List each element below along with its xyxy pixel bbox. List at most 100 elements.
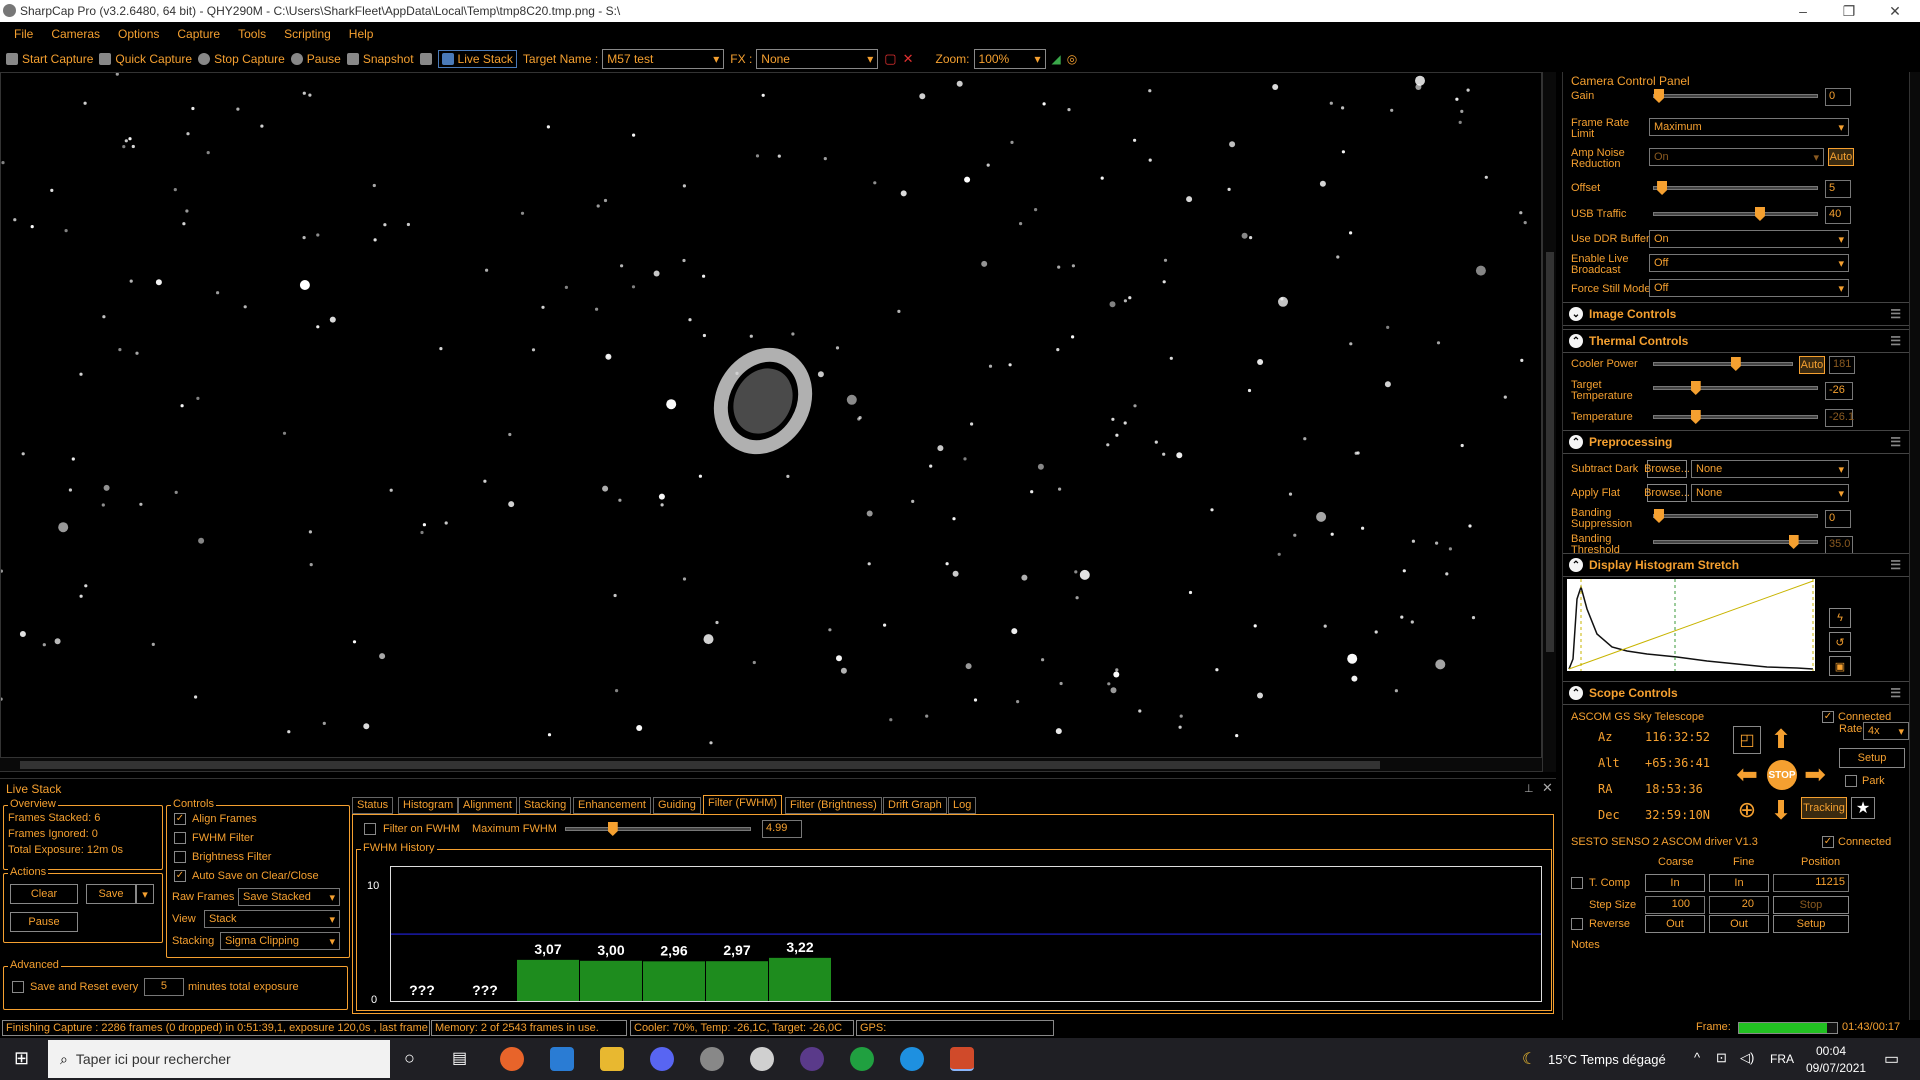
banding-threshold-value[interactable]: 35.0 bbox=[1825, 536, 1853, 554]
fine-in-button[interactable]: In bbox=[1709, 874, 1769, 892]
tab-filter-brightness[interactable]: Filter (Brightness) bbox=[785, 797, 882, 814]
pause-button[interactable]: Pause bbox=[290, 52, 341, 66]
app-icon[interactable] bbox=[850, 1047, 874, 1071]
panel-scrollbar[interactable] bbox=[1909, 72, 1920, 1030]
pin-icon[interactable]: ⊥ bbox=[1524, 782, 1534, 795]
stacking-select[interactable]: Sigma Clipping ▾ bbox=[220, 932, 340, 950]
brightness-filter-checkbox[interactable] bbox=[174, 851, 186, 863]
menu-cameras[interactable]: Cameras bbox=[51, 27, 100, 41]
stellarium-icon[interactable] bbox=[800, 1047, 824, 1071]
rate-select[interactable]: 4x ▾ bbox=[1863, 722, 1909, 740]
menu-icon[interactable]: ☰ bbox=[1890, 334, 1901, 348]
menu-icon[interactable]: ☰ bbox=[1890, 435, 1901, 449]
banding-suppression-value[interactable]: 0 bbox=[1825, 510, 1851, 528]
frame-rate-select[interactable]: Maximum ▾ bbox=[1649, 118, 1849, 136]
save-button[interactable]: Save bbox=[86, 884, 136, 904]
red-square-icon[interactable]: ▢ bbox=[884, 51, 896, 67]
scope-controls-header[interactable]: ⌃ Scope Controls ☰ bbox=[1563, 681, 1909, 705]
tab-guiding[interactable]: Guiding bbox=[653, 797, 701, 814]
red-cross-icon[interactable]: ✕ bbox=[903, 51, 914, 67]
spiral-search-icon[interactable]: ◰ bbox=[1733, 726, 1761, 754]
tab-stacking[interactable]: Stacking bbox=[519, 797, 572, 814]
banding-suppression-slider[interactable] bbox=[1653, 509, 1818, 523]
save-dropdown-icon[interactable]: ▾ bbox=[136, 884, 154, 904]
file-explorer-icon[interactable] bbox=[600, 1047, 624, 1071]
menu-tools[interactable]: Tools bbox=[238, 27, 266, 41]
usb-traffic-slider[interactable] bbox=[1653, 207, 1818, 221]
notifications-icon[interactable]: ▭ bbox=[1884, 1049, 1899, 1069]
pause-stack-button[interactable]: Pause bbox=[10, 912, 78, 932]
weather-text[interactable]: 15°C Temps dégagé bbox=[1548, 1052, 1666, 1067]
tab-drift-graph[interactable]: Drift Graph bbox=[883, 797, 947, 814]
quick-capture-button[interactable]: Quick Capture bbox=[99, 52, 192, 66]
usb-traffic-value[interactable]: 40 bbox=[1825, 206, 1851, 224]
raw-frames-select[interactable]: Save Stacked ▾ bbox=[238, 888, 340, 906]
usb-traffic-slider-thumb[interactable] bbox=[1754, 207, 1765, 221]
scroll-thumb[interactable] bbox=[20, 761, 1380, 769]
mail-icon[interactable] bbox=[550, 1047, 574, 1071]
tab-histogram[interactable]: Histogram bbox=[398, 797, 459, 814]
menu-icon[interactable]: ☰ bbox=[1890, 558, 1901, 572]
close-panel-icon[interactable]: ✕ bbox=[1542, 780, 1553, 796]
menu-help[interactable]: Help bbox=[349, 27, 374, 41]
task-view-icon[interactable]: ▤ bbox=[452, 1048, 467, 1068]
teamviewer-icon[interactable] bbox=[900, 1047, 924, 1071]
windows-start-icon[interactable]: ⊞ bbox=[14, 1048, 29, 1069]
stop-slew-button[interactable]: STOP bbox=[1767, 760, 1797, 790]
gain-value[interactable]: 0 bbox=[1825, 88, 1851, 106]
clock-time[interactable]: 00:04 bbox=[1816, 1044, 1846, 1058]
fine-step-input[interactable]: 20 bbox=[1709, 896, 1769, 914]
monitor-icon[interactable] bbox=[419, 53, 436, 65]
start-capture-button[interactable]: Start Capture bbox=[6, 52, 93, 66]
minimize-button[interactable]: – bbox=[1780, 0, 1826, 22]
preprocessing-header[interactable]: ⌃ Preprocessing ☰ bbox=[1563, 430, 1909, 454]
offset-value[interactable]: 5 bbox=[1825, 180, 1851, 198]
auto-stretch-icon[interactable]: ϟ bbox=[1829, 608, 1851, 628]
align-frames-checkbox[interactable]: ✓ bbox=[174, 813, 186, 825]
reset-icon[interactable]: ↺ bbox=[1829, 632, 1851, 652]
position-value[interactable]: 11215 bbox=[1773, 874, 1849, 892]
save-icon[interactable]: ▣ bbox=[1829, 656, 1851, 676]
offset-slider-thumb[interactable] bbox=[1657, 181, 1668, 195]
histogram-icon[interactable]: ◢ bbox=[1052, 52, 1061, 66]
tracking-button[interactable]: Tracking bbox=[1801, 797, 1847, 819]
subtract-dark-select[interactable]: None ▾ bbox=[1691, 460, 1849, 478]
focuser-stop-button[interactable]: Stop bbox=[1773, 896, 1849, 914]
ddr-buffer-select[interactable]: On ▾ bbox=[1649, 230, 1849, 248]
menu-icon[interactable]: ☰ bbox=[1890, 686, 1901, 700]
target-temp-value[interactable]: -26 bbox=[1825, 382, 1853, 400]
mount-connected-checkbox[interactable]: ✓ bbox=[1822, 711, 1834, 723]
scroll-thumb[interactable] bbox=[1546, 252, 1554, 652]
east-arrow-icon[interactable]: ➡ bbox=[1799, 758, 1831, 790]
amp-auto-button[interactable]: Auto bbox=[1828, 148, 1854, 166]
menu-icon[interactable]: ☰ bbox=[1890, 307, 1901, 321]
auto-save-checkbox[interactable]: ✓ bbox=[174, 870, 186, 882]
snapshot-button[interactable]: Snapshot bbox=[346, 52, 414, 66]
target-icon[interactable]: ⊕ bbox=[1731, 794, 1763, 826]
tab-filter-fwhm[interactable]: Filter (FWHM) bbox=[703, 795, 783, 814]
reverse-checkbox[interactable] bbox=[1571, 918, 1583, 930]
cortana-icon[interactable]: ○ bbox=[404, 1048, 415, 1069]
sharpcap-taskbar-icon[interactable] bbox=[950, 1047, 974, 1071]
vertical-scrollbar[interactable] bbox=[1542, 72, 1556, 772]
star-icon[interactable]: ★ bbox=[1851, 797, 1875, 819]
cooler-power-value[interactable]: 181 bbox=[1829, 356, 1855, 374]
still-mode-select[interactable]: Off ▾ bbox=[1649, 279, 1849, 297]
discord-icon[interactable] bbox=[650, 1047, 674, 1071]
maximize-button[interactable]: ❐ bbox=[1826, 0, 1872, 22]
save-reset-minutes-input[interactable]: 5 bbox=[144, 978, 184, 996]
apply-flat-select[interactable]: None ▾ bbox=[1691, 484, 1849, 502]
app-icon[interactable] bbox=[750, 1047, 774, 1071]
gain-slider-thumb[interactable] bbox=[1654, 89, 1664, 103]
west-arrow-icon[interactable]: ⬅ bbox=[1731, 758, 1763, 790]
thermal-controls-header[interactable]: ⌃ Thermal Controls ☰ bbox=[1563, 329, 1909, 353]
banding-threshold-slider-thumb[interactable] bbox=[1788, 535, 1799, 549]
tab-enhancement[interactable]: Enhancement bbox=[573, 797, 651, 814]
amp-noise-select[interactable]: On ▾ bbox=[1649, 148, 1824, 166]
park-checkbox[interactable] bbox=[1845, 775, 1857, 787]
tab-status[interactable]: Status bbox=[352, 797, 394, 814]
menu-options[interactable]: Options bbox=[118, 27, 159, 41]
firefox-icon[interactable] bbox=[500, 1047, 524, 1071]
north-arrow-icon[interactable]: ⬆ bbox=[1765, 723, 1797, 755]
focuser-setup-button[interactable]: Setup bbox=[1773, 915, 1849, 933]
